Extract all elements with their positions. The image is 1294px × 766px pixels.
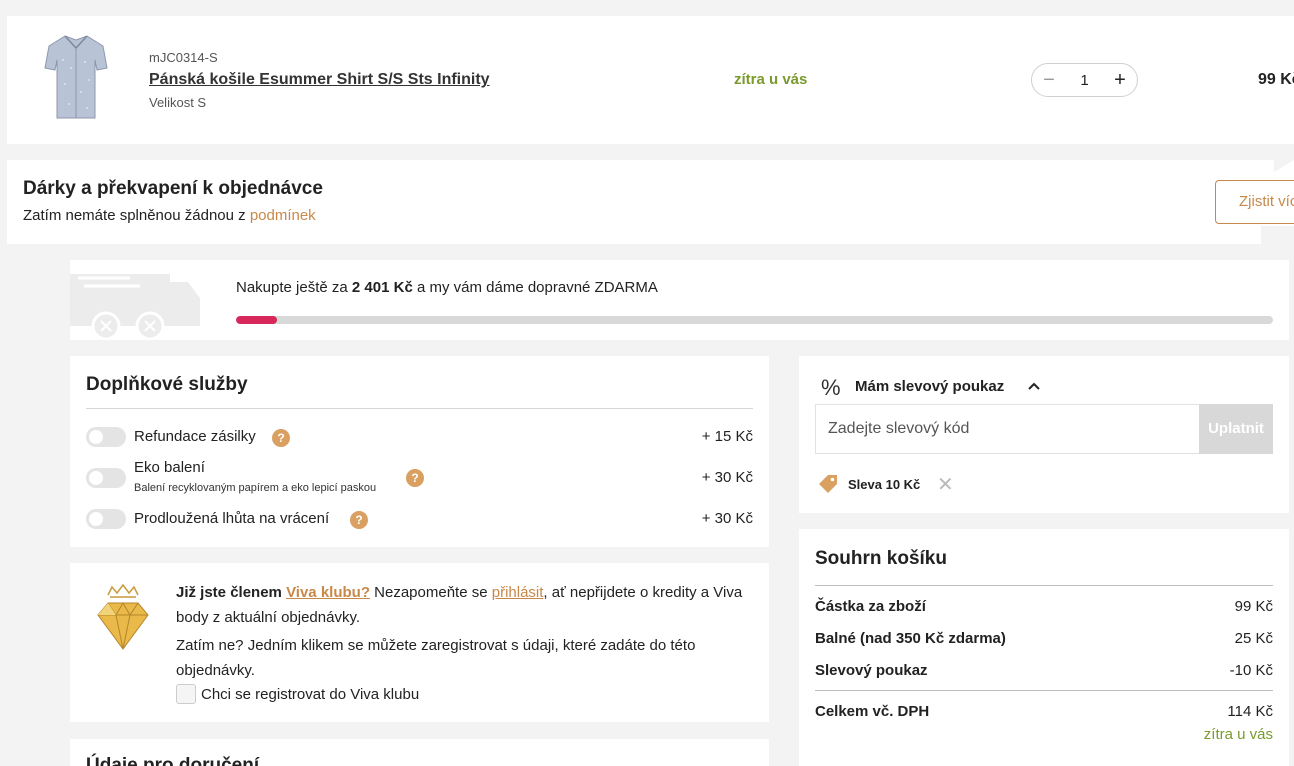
quantity-stepper: − 1 + bbox=[1031, 63, 1138, 97]
help-icon[interactable]: ? bbox=[272, 429, 290, 447]
conditions-link[interactable]: podmínek bbox=[250, 207, 316, 224]
cart-summary-panel: Souhrn košíku Částka za zboží 99 Kč Baln… bbox=[799, 529, 1289, 766]
percent-icon: % bbox=[821, 375, 841, 400]
gifts-subtitle: Zatím nemáte splněnou žádnou z podmínek bbox=[23, 207, 316, 224]
decrease-quantity-button[interactable]: − bbox=[1040, 69, 1058, 92]
diamond-crown-icon bbox=[97, 583, 149, 650]
service-row-refund: Refundace zásilky ? + 15 Kč bbox=[86, 426, 753, 448]
free-shipping-amount: 2 401 Kč bbox=[351, 279, 413, 296]
login-link[interactable]: přihlásit bbox=[492, 584, 544, 601]
eco-packaging-toggle[interactable] bbox=[86, 468, 126, 488]
divider bbox=[815, 585, 1273, 586]
gifts-title: Dárky a překvapení k objednávce bbox=[23, 178, 323, 199]
service-price: + 30 Kč bbox=[701, 510, 753, 527]
help-icon[interactable]: ? bbox=[350, 511, 368, 529]
viva-text-1: Nezapomeňte se bbox=[369, 584, 492, 601]
summary-value: 25 Kč bbox=[1234, 630, 1273, 647]
service-label: Refundace zásilky bbox=[134, 428, 256, 445]
viva-question: Již jste členem bbox=[176, 584, 287, 601]
free-shipping-suffix: a my vám dáme dopravné ZDARMA bbox=[412, 279, 658, 296]
services-title: Doplňkové služby bbox=[86, 374, 248, 395]
total-label: Celkem vč. DPH bbox=[815, 703, 930, 720]
corner-decoration bbox=[1274, 160, 1294, 172]
viva-club-paragraph-2: Zatím ne? Jedním klikem se můžete zaregi… bbox=[176, 637, 696, 679]
viva-club-text: Již jste členem Viva klubu? Nezapomeňte … bbox=[176, 580, 756, 683]
summary-delivery: zítra u vás bbox=[1203, 726, 1273, 743]
summary-value: -10 Kč bbox=[1229, 662, 1273, 679]
free-shipping-prefix: Nakupte ještě za bbox=[236, 279, 352, 296]
service-row-extended-return: Prodloužená lhůta na vrácení ? + 30 Kč bbox=[86, 508, 753, 530]
product-size: Velikost S bbox=[149, 95, 207, 110]
coupon-code-input[interactable]: Zadejte slevový kód bbox=[815, 404, 1199, 454]
free-shipping-text: Nakupte ještě za 2 401 Kč a my vám dáme … bbox=[236, 279, 658, 296]
viva-club-paragraph-1: Již jste členem Viva klubu? Nezapomeňte … bbox=[176, 580, 756, 630]
service-price: + 15 Kč bbox=[701, 428, 753, 445]
service-sublabel: Balení recyklovaným papírem a eko lepicí… bbox=[134, 482, 377, 494]
coupon-panel: % Mám slevový poukaz Zadejte slevový kód… bbox=[799, 356, 1289, 513]
cart-item: mJC0314-S Pánská košile Esummer Shirt S/… bbox=[7, 16, 1294, 144]
gifts-panel: Dárky a překvapení k objednávce Zatím ne… bbox=[7, 160, 1261, 244]
product-sku: mJC0314-S bbox=[149, 50, 218, 65]
gifts-subtitle-text: Zatím nemáte splněnou žádnou z bbox=[23, 207, 250, 224]
service-label: Prodloužená lhůta na vrácení bbox=[134, 510, 330, 527]
divider bbox=[86, 408, 753, 409]
quantity-value[interactable]: 1 bbox=[1080, 72, 1088, 89]
apply-coupon-button[interactable]: Uplatnit bbox=[1199, 404, 1273, 454]
remove-discount-icon[interactable]: ✕ bbox=[937, 472, 954, 497]
summary-label: Částka za zboží bbox=[815, 598, 926, 615]
additional-services-panel: Doplňkové služby Refundace zásilky ? + 1… bbox=[70, 356, 769, 547]
viva-club-panel: Již jste členem Viva klubu? Nezapomeňte … bbox=[70, 563, 769, 722]
delivery-details-panel: Údaje pro doručení bbox=[70, 739, 769, 766]
service-label: Eko balení bbox=[134, 459, 205, 476]
delivery-title: Údaje pro doručení bbox=[86, 755, 260, 766]
divider bbox=[815, 690, 1273, 691]
free-shipping-panel: Nakupte ještě za 2 401 Kč a my vám dáme … bbox=[70, 260, 1289, 340]
tag-icon bbox=[819, 475, 837, 493]
summary-title: Souhrn košíku bbox=[815, 548, 947, 569]
register-checkbox-label: Chci se registrovat do Viva klubu bbox=[201, 685, 420, 703]
free-shipping-progress-fill bbox=[236, 316, 278, 324]
summary-value: 99 Kč bbox=[1234, 598, 1273, 615]
register-checkbox[interactable] bbox=[176, 684, 196, 704]
service-row-eco: Eko balení Balení recyklovaným papírem a… bbox=[86, 459, 753, 499]
coupon-title[interactable]: Mám slevový poukaz bbox=[855, 378, 1004, 395]
register-viva-club-option[interactable]: Chci se registrovat do Viva klubu bbox=[176, 684, 419, 704]
summary-label: Slevový poukaz bbox=[815, 662, 928, 679]
applied-discount: Sleva 10 Kč bbox=[848, 477, 921, 492]
product-delivery: zítra u vás bbox=[734, 71, 808, 88]
total-value: 114 Kč bbox=[1227, 703, 1273, 720]
increase-quantity-button[interactable]: + bbox=[1111, 69, 1129, 92]
truck-icon bbox=[70, 260, 210, 340]
summary-label: Balné (nad 350 Kč zdarma) bbox=[815, 630, 1006, 647]
find-out-more-button[interactable]: Zjistit více bbox=[1215, 180, 1294, 224]
product-price: 99 Kč bbox=[1258, 71, 1294, 88]
product-image[interactable] bbox=[43, 30, 109, 122]
free-shipping-progress bbox=[236, 316, 1273, 324]
extended-return-toggle[interactable] bbox=[86, 509, 126, 529]
refund-toggle[interactable] bbox=[86, 427, 126, 447]
help-icon[interactable]: ? bbox=[406, 469, 424, 487]
chevron-up-icon[interactable] bbox=[1027, 380, 1041, 392]
service-price: + 30 Kč bbox=[701, 469, 753, 486]
viva-club-link[interactable]: Viva klubu? bbox=[286, 584, 370, 601]
product-name-link[interactable]: Pánská košile Esummer Shirt S/S Sts Infi… bbox=[149, 71, 490, 89]
